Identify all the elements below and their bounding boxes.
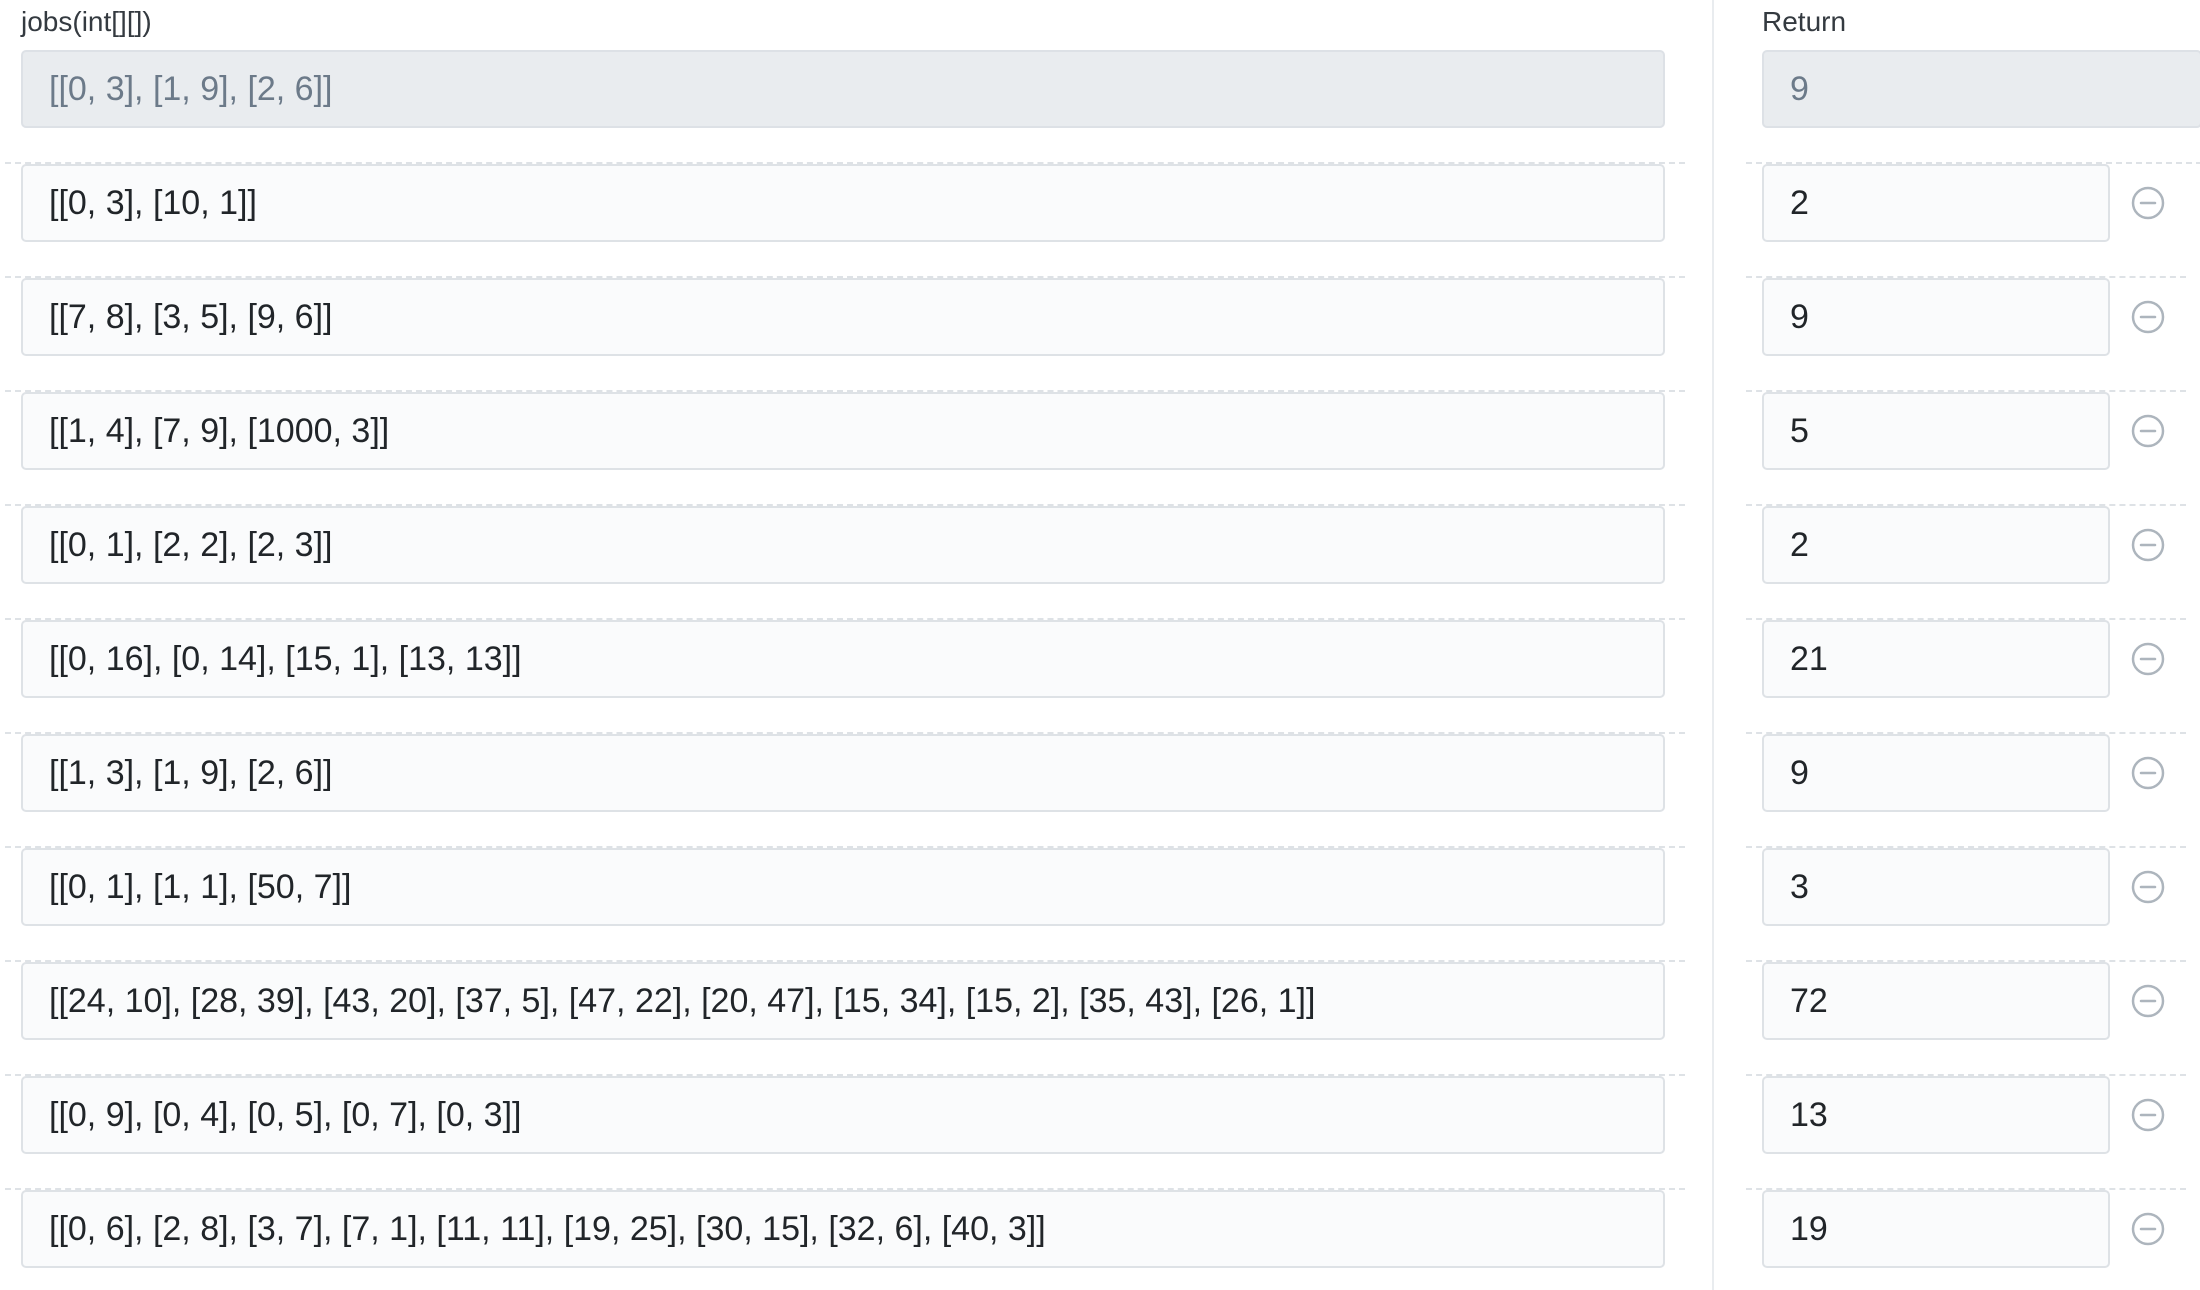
test-case-return-field[interactable]: 13 <box>1762 1076 2110 1154</box>
test-case-return-field[interactable]: 5 <box>1762 392 2110 470</box>
test-case-return-row: 3 <box>1746 848 2186 962</box>
returns-column-header: Return <box>1762 6 1847 37</box>
test-case-input-field[interactable]: [[0, 9], [0, 4], [0, 5], [0, 7], [0, 3]] <box>21 1076 1665 1154</box>
remove-test-case-button[interactable] <box>2130 185 2166 221</box>
remove-test-case-button[interactable] <box>2130 869 2166 905</box>
test-case-input-field[interactable]: [[0, 16], [0, 14], [15, 1], [13, 13]] <box>21 620 1665 698</box>
example-return-field: 9 <box>1762 50 2200 128</box>
remove-test-case-button[interactable] <box>2130 755 2166 791</box>
test-case-input-field[interactable]: [[24, 10], [28, 39], [43, 20], [37, 5], … <box>21 962 1665 1040</box>
test-case-input-row: [[0, 9], [0, 4], [0, 5], [0, 7], [0, 3]] <box>5 1076 1685 1190</box>
remove-test-case-button[interactable] <box>2130 641 2166 677</box>
test-case-return-row: 19 <box>1746 1190 2186 1290</box>
minus-circle-icon <box>2131 300 2165 334</box>
test-case-input-field[interactable]: [[1, 3], [1, 9], [2, 6]] <box>21 734 1665 812</box>
inputs-column: jobs(int[][]) [[0, 3], [1, 9], [2, 6]] [… <box>0 0 1712 1290</box>
remove-test-case-button[interactable] <box>2130 413 2166 449</box>
test-case-return-row: 72 <box>1746 962 2186 1076</box>
minus-circle-icon <box>2131 870 2165 904</box>
test-case-return-row: 21 <box>1746 620 2186 734</box>
test-case-return-row: 2 <box>1746 506 2186 620</box>
minus-circle-icon <box>2131 186 2165 220</box>
example-input-row: [[0, 3], [1, 9], [2, 6]] <box>5 50 1685 164</box>
test-case-input-field[interactable]: [[7, 8], [3, 5], [9, 6]] <box>21 278 1665 356</box>
test-case-input-row: [[24, 10], [28, 39], [43, 20], [37, 5], … <box>5 962 1685 1076</box>
test-case-return-field[interactable]: 9 <box>1762 278 2110 356</box>
test-case-input-field[interactable]: [[1, 4], [7, 9], [1000, 3]] <box>21 392 1665 470</box>
remove-test-case-button[interactable] <box>2130 1211 2166 1247</box>
minus-circle-icon <box>2131 1098 2165 1132</box>
test-case-return-field[interactable]: 21 <box>1762 620 2110 698</box>
inputs-column-header: jobs(int[][]) <box>21 6 152 37</box>
remove-test-case-button[interactable] <box>2130 1097 2166 1133</box>
minus-circle-icon <box>2131 414 2165 448</box>
minus-circle-icon <box>2131 528 2165 562</box>
test-case-return-row: 9 <box>1746 278 2186 392</box>
test-case-input-row: [[1, 3], [1, 9], [2, 6]] <box>5 734 1685 848</box>
test-case-input-row: [[0, 16], [0, 14], [15, 1], [13, 13]] <box>5 620 1685 734</box>
test-case-input-field[interactable]: [[0, 1], [1, 1], [50, 7]] <box>21 848 1665 926</box>
test-case-return-field[interactable]: 2 <box>1762 506 2110 584</box>
test-case-input-row: [[0, 1], [1, 1], [50, 7]] <box>5 848 1685 962</box>
returns-column: Return 9 2 9 5 2 21 9 3 72 13 19 <box>1714 0 2200 1290</box>
test-case-return-row: 9 <box>1746 734 2186 848</box>
test-case-input-field[interactable]: [[0, 6], [2, 8], [3, 7], [7, 1], [11, 11… <box>21 1190 1665 1268</box>
example-input-field: [[0, 3], [1, 9], [2, 6]] <box>21 50 1665 128</box>
test-case-input-row: [[0, 6], [2, 8], [3, 7], [7, 1], [11, 11… <box>5 1190 1685 1290</box>
test-case-input-field[interactable]: [[0, 3], [10, 1]] <box>21 164 1665 242</box>
minus-circle-icon <box>2131 984 2165 1018</box>
minus-circle-icon <box>2131 1212 2165 1246</box>
test-case-return-row: 13 <box>1746 1076 2186 1190</box>
minus-circle-icon <box>2131 756 2165 790</box>
test-case-return-row: 5 <box>1746 392 2186 506</box>
test-case-return-field[interactable]: 3 <box>1762 848 2110 926</box>
remove-test-case-button[interactable] <box>2130 983 2166 1019</box>
test-case-input-field[interactable]: [[0, 1], [2, 2], [2, 3]] <box>21 506 1665 584</box>
minus-circle-icon <box>2131 642 2165 676</box>
example-return-row: 9 <box>1746 50 2200 164</box>
test-case-input-row: [[7, 8], [3, 5], [9, 6]] <box>5 278 1685 392</box>
test-case-return-field[interactable]: 72 <box>1762 962 2110 1040</box>
remove-test-case-button[interactable] <box>2130 527 2166 563</box>
test-case-return-row: 2 <box>1746 164 2186 278</box>
remove-test-case-button[interactable] <box>2130 299 2166 335</box>
test-case-return-field[interactable]: 19 <box>1762 1190 2110 1268</box>
test-case-input-row: [[0, 1], [2, 2], [2, 3]] <box>5 506 1685 620</box>
test-case-return-field[interactable]: 9 <box>1762 734 2110 812</box>
test-case-input-row: [[1, 4], [7, 9], [1000, 3]] <box>5 392 1685 506</box>
test-case-input-row: [[0, 3], [10, 1]] <box>5 164 1685 278</box>
test-case-return-field[interactable]: 2 <box>1762 164 2110 242</box>
